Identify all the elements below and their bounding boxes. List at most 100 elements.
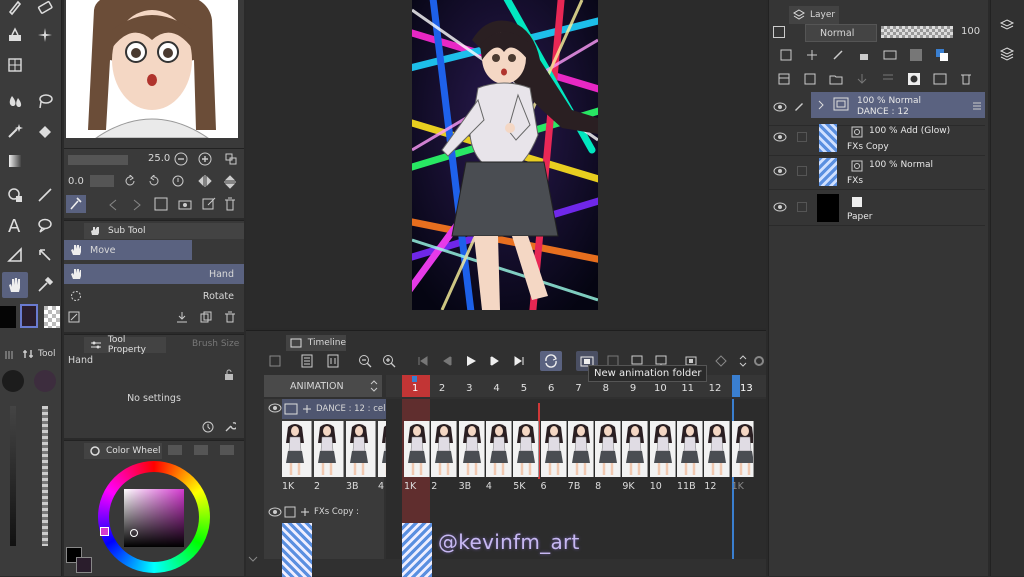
flip-horizontal-icon[interactable] — [198, 175, 212, 187]
transparent-color-swatch[interactable] — [44, 306, 60, 328]
edit-icon[interactable] — [202, 197, 216, 211]
sub-tool-import-icon[interactable] — [176, 311, 188, 323]
sub-tool-item-rotate[interactable]: Rotate — [64, 286, 244, 306]
blend-mode-select[interactable]: Normal — [805, 24, 877, 42]
reference-icon[interactable] — [805, 48, 819, 62]
timeline-collapse-icon[interactable] — [248, 555, 258, 563]
value-slider[interactable] — [10, 406, 16, 546]
reset-rotation-icon[interactable] — [172, 175, 184, 187]
eyedropper-tool-icon[interactable] — [32, 272, 58, 298]
mask-layer-icon[interactable] — [907, 72, 921, 86]
layer-row-fxs[interactable]: 100 % Normal FXs — [769, 156, 985, 190]
blend-tool-icon[interactable] — [2, 88, 28, 114]
transparency-lock-icon[interactable] — [909, 48, 923, 62]
layer-lock-box[interactable] — [797, 132, 807, 142]
delete-layer-icon[interactable] — [959, 72, 973, 86]
sparkle-tool-icon[interactable] — [32, 22, 58, 48]
color-wheel-tab[interactable]: Color Wheel — [84, 443, 162, 459]
bucket-tool-icon[interactable] — [32, 118, 58, 144]
cel-thumbnail[interactable] — [649, 421, 676, 477]
layer-lock-box[interactable] — [797, 202, 807, 212]
magic-wand-icon[interactable] — [2, 118, 28, 144]
track-visibility-eye-icon[interactable] — [268, 403, 282, 413]
timeline-range-icon[interactable] — [324, 353, 342, 369]
navigator-preview[interactable] — [66, 0, 238, 138]
gradient-tool-icon[interactable] — [2, 148, 28, 174]
track-visibility-eye-icon[interactable] — [268, 507, 282, 517]
track-fxs-copy[interactable]: FXs Copy : — [282, 503, 386, 521]
draft-icon[interactable] — [831, 48, 845, 62]
color-picker-cursor[interactable] — [130, 529, 138, 537]
flip-vertical-icon[interactable] — [224, 175, 236, 189]
lasso-tool-icon[interactable] — [32, 88, 58, 114]
cel-thumbnail[interactable] — [595, 421, 622, 477]
loop-playback-icon[interactable] — [540, 351, 562, 371]
sub-color-swatch[interactable] — [20, 304, 38, 328]
figure-tool-icon[interactable] — [2, 182, 28, 208]
main-color-swatch[interactable] — [0, 306, 16, 328]
layer-dock-icon[interactable] — [999, 18, 1015, 34]
animation-track-select[interactable]: ANIMATION — [264, 375, 382, 397]
sub-tool-delete-icon[interactable] — [224, 311, 236, 323]
add-cel-icon[interactable] — [300, 507, 310, 517]
zoom-slider[interactable] — [68, 155, 128, 165]
layer-lock-transparency-toggle[interactable] — [773, 26, 785, 38]
cel-thumbnail[interactable] — [282, 421, 312, 477]
new-vector-layer-icon[interactable] — [803, 72, 817, 86]
add-cel-icon[interactable] — [302, 404, 312, 414]
sub-tool-settings-icon[interactable] — [68, 311, 80, 323]
fx-cel-thumbnail[interactable] — [402, 523, 432, 577]
cel-thumbnail[interactable] — [540, 421, 567, 477]
frame-tool-icon[interactable] — [2, 242, 28, 268]
saturation-value-square[interactable] — [124, 489, 184, 547]
cel-thumbnail[interactable] — [513, 421, 540, 477]
fx-cel-thumbnail-left[interactable] — [282, 523, 312, 577]
opacity-slider[interactable] — [881, 26, 953, 38]
transfer-down-icon[interactable] — [855, 72, 869, 86]
play-icon[interactable] — [462, 353, 480, 369]
zoom-out-icon[interactable] — [174, 152, 188, 166]
prev-icon[interactable] — [108, 199, 118, 211]
layer-tab[interactable]: Layer — [789, 6, 839, 24]
fit-view-icon[interactable] — [224, 152, 238, 166]
color-slider-tab-icon[interactable] — [220, 445, 234, 455]
keyframe-icon[interactable] — [712, 353, 730, 369]
ruler-tool-icon[interactable] — [2, 52, 28, 78]
lock-icon[interactable] — [224, 369, 234, 381]
cel-thumbnail[interactable] — [731, 421, 754, 477]
apply-mask-icon[interactable] — [933, 72, 947, 86]
layer-menu-icon[interactable] — [973, 102, 981, 110]
cel-thumbnail[interactable] — [404, 421, 430, 477]
camera-icon[interactable] — [178, 197, 192, 211]
track-dance[interactable]: DANCE : 12 : cel — [282, 399, 386, 419]
cel-thumbnail[interactable] — [622, 421, 649, 477]
edit-pen-icon[interactable] — [793, 100, 805, 112]
layer-property-dock-icon[interactable] — [999, 46, 1015, 62]
timeline-settings-icon[interactable] — [750, 353, 768, 369]
cel-thumbnail[interactable] — [458, 421, 485, 477]
timeline-new-icon[interactable] — [266, 353, 284, 369]
eyedropper-button[interactable] — [66, 195, 86, 213]
go-to-start-icon[interactable] — [414, 353, 432, 369]
wrench-icon[interactable] — [224, 421, 236, 433]
opacity-slider[interactable] — [42, 406, 48, 546]
clip-icon[interactable] — [779, 48, 793, 62]
new-raster-layer-icon[interactable] — [777, 72, 791, 86]
canvas-area[interactable] — [246, 0, 766, 328]
delete-icon[interactable] — [224, 197, 236, 211]
visibility-eye-icon[interactable] — [773, 166, 787, 176]
folder-expand-chevron-icon[interactable] — [817, 100, 825, 110]
text-tool-icon[interactable]: A — [2, 212, 28, 238]
layer-row-fxs-copy[interactable]: 100 % Add (Glow) FXs Copy — [769, 122, 985, 156]
cel-thumbnail[interactable] — [485, 421, 512, 477]
pen-tool-icon[interactable] — [2, 0, 28, 20]
cel-thumbnail[interactable] — [567, 421, 594, 477]
mask-icon[interactable] — [883, 48, 897, 62]
color-history-tab-icon[interactable] — [194, 445, 208, 455]
correct-line-icon[interactable] — [32, 242, 58, 268]
visibility-eye-icon[interactable] — [773, 102, 787, 112]
merge-down-icon[interactable] — [881, 72, 895, 86]
canvas-icon[interactable] — [154, 197, 168, 211]
layer-lock-box[interactable] — [797, 166, 807, 176]
cel-thumbnail[interactable] — [431, 421, 458, 477]
